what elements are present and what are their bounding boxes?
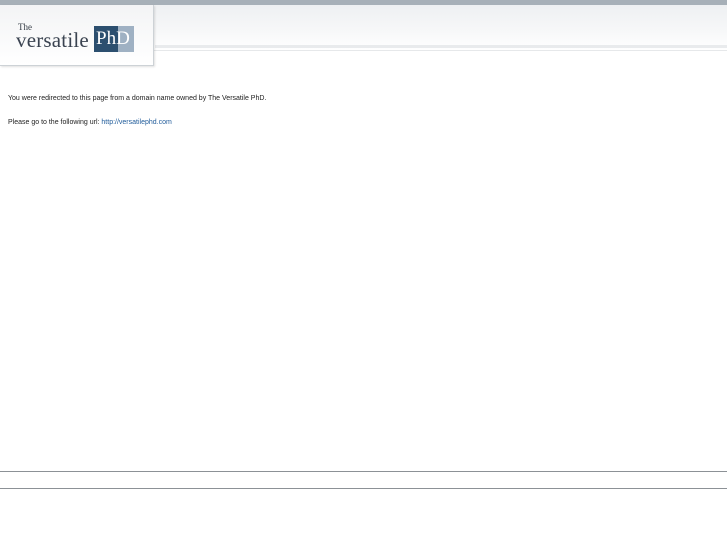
logo-phd-mark: PhD xyxy=(94,26,134,52)
logo-versatile-text: versatile xyxy=(16,28,89,52)
redirect-prompt: Please go to the following url: xyxy=(8,119,100,126)
redirect-instruction: Please go to the following url: http://v… xyxy=(8,119,172,126)
footer-divider-top xyxy=(0,471,727,472)
footer-divider-bottom xyxy=(0,488,727,489)
logo-phd-text: PhD xyxy=(96,28,130,49)
redirect-link[interactable]: http://versatilephd.com xyxy=(101,119,171,126)
redirect-notice: You were redirected to this page from a … xyxy=(8,95,267,102)
page: The versatile PhD You were redirected to… xyxy=(0,0,727,545)
site-logo[interactable]: The versatile PhD xyxy=(0,5,154,66)
